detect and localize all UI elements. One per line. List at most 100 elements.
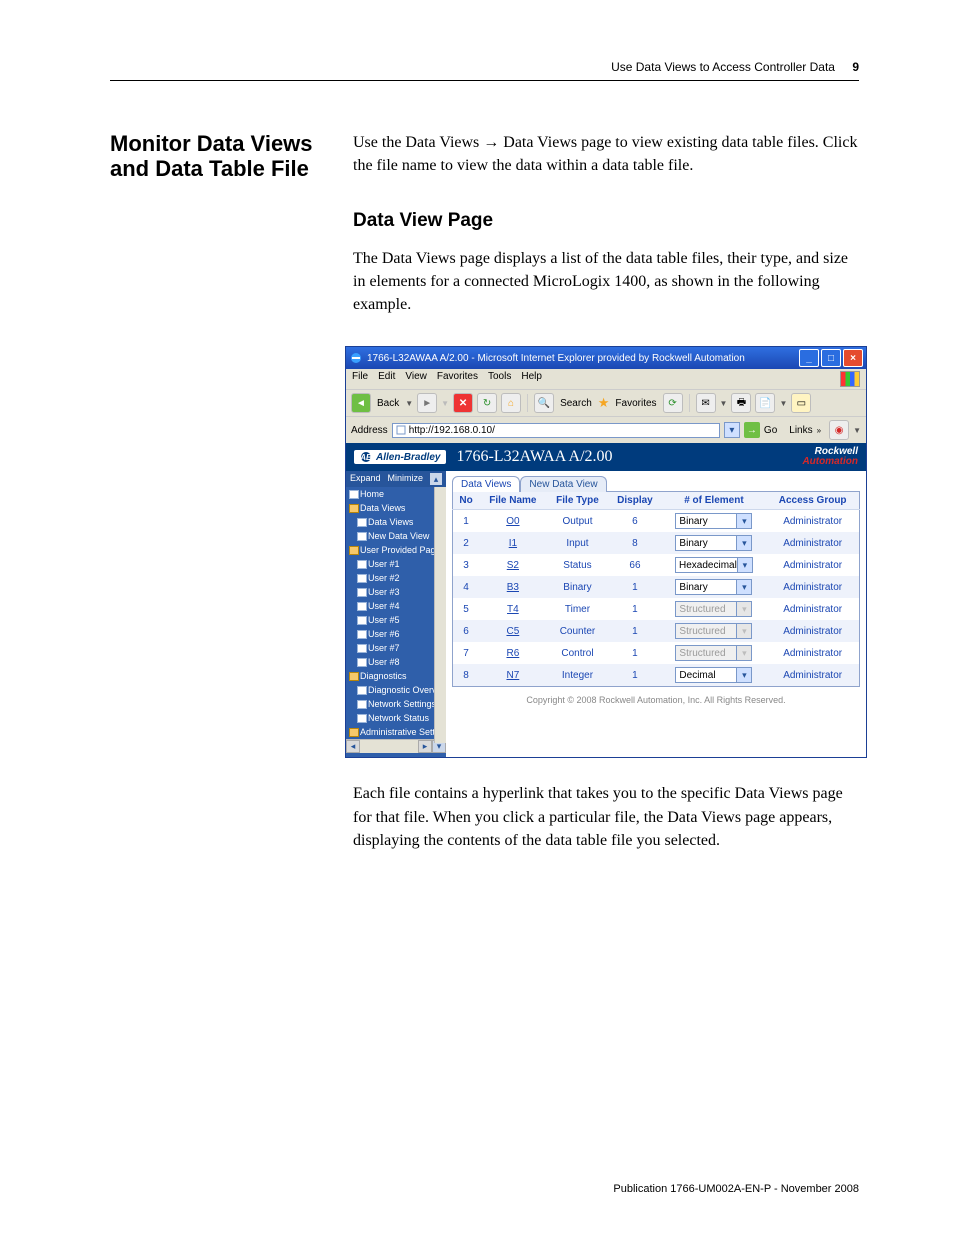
go-button[interactable]: → — [744, 422, 760, 438]
links-label[interactable]: Links — [789, 425, 812, 436]
nav-user-2[interactable]: User #2 — [346, 571, 446, 585]
search-label[interactable]: Search — [560, 398, 592, 409]
nav-diagnostic-overview[interactable]: Diagnostic Overvi — [346, 683, 446, 697]
brand-bar: AB Allen-Bradley 1766-L32AWAA A/2.00 Roc… — [346, 443, 866, 471]
table-row: 2I1Input8Binary▾Administrator — [453, 532, 860, 554]
display-cell: 8 — [608, 532, 661, 554]
sidebar-scroll-up-button[interactable]: ▴ — [430, 473, 442, 485]
menu-help[interactable]: Help — [521, 371, 542, 387]
nav-user-8[interactable]: User #8 — [346, 655, 446, 669]
window-maximize-button[interactable]: □ — [821, 349, 841, 367]
chevron-down-icon[interactable]: ▾ — [736, 668, 751, 682]
nav-user-6[interactable]: User #6 — [346, 627, 446, 641]
nav-user-4[interactable]: User #4 — [346, 599, 446, 613]
intro-paragraph: Use the Data Views → Data Views page to … — [353, 131, 859, 177]
column-header: Access Group — [766, 492, 859, 510]
favorites-icon[interactable]: ★ — [598, 395, 610, 411]
column-header: # of Element — [662, 492, 767, 510]
sidebar-hscrollbar[interactable]: ◂ ▸ ▾ — [346, 739, 446, 753]
display-format-select[interactable]: Binary▾ — [675, 535, 752, 551]
no-cell: 2 — [453, 532, 480, 554]
sidebar-minimize-link[interactable]: Minimize — [388, 473, 424, 485]
tab-data-views[interactable]: Data Views — [452, 476, 520, 492]
nav-network-settings[interactable]: Network Settings — [346, 697, 446, 711]
chevron-down-icon[interactable]: ▾ — [736, 514, 751, 528]
sidebar-expand-link[interactable]: Expand — [350, 473, 381, 485]
data-views-table: NoFile NameFile TypeDisplay# of ElementA… — [452, 491, 860, 687]
snagit-button[interactable]: ◉ — [829, 420, 849, 440]
address-label: Address — [351, 425, 388, 436]
back-label[interactable]: Back — [377, 398, 399, 409]
nav-network-status[interactable]: Network Status — [346, 711, 446, 725]
publication-footer: Publication 1766-UM002A-EN-P - November … — [613, 1183, 859, 1195]
address-dropdown-button[interactable]: ▾ — [724, 422, 740, 438]
back-button[interactable]: ◄ — [351, 393, 371, 413]
nav-new-data-view[interactable]: New Data View — [346, 529, 446, 543]
chevron-down-icon[interactable]: ▾ — [736, 536, 751, 550]
chevron-down-icon: ▾ — [736, 646, 751, 660]
hscroll-right-button[interactable]: ▸ — [418, 740, 432, 753]
refresh-button[interactable]: ↻ — [477, 393, 497, 413]
file-name-cell[interactable]: I1 — [479, 532, 546, 554]
display-format-select[interactable]: Hexadecimal▾ — [675, 557, 753, 573]
discuss-button[interactable]: ▭ — [791, 393, 811, 413]
element-display-cell: Binary▾ — [662, 510, 767, 533]
display-format-select[interactable]: Binary▾ — [675, 579, 752, 595]
file-name-cell[interactable]: B3 — [479, 576, 546, 598]
print-button[interactable]: 🖶 — [731, 393, 751, 413]
access-group-cell: Administrator — [766, 532, 859, 554]
edit-button[interactable]: 📄 — [755, 393, 775, 413]
nav-data-views-folder[interactable]: Data Views — [346, 501, 446, 515]
chevron-down-icon[interactable]: ▾ — [736, 580, 751, 594]
nav-data-views[interactable]: Data Views — [346, 515, 446, 529]
nav-diagnostics[interactable]: Diagnostics — [346, 669, 446, 683]
nav-user-7[interactable]: User #7 — [346, 641, 446, 655]
nav-user-1[interactable]: User #1 — [346, 557, 446, 571]
mail-button[interactable]: ✉ — [696, 393, 716, 413]
file-name-cell[interactable]: C5 — [479, 620, 546, 642]
display-cell: 1 — [608, 620, 661, 642]
nav-user-5[interactable]: User #5 — [346, 613, 446, 627]
display-cell: 6 — [608, 510, 661, 533]
toolbar-separator — [689, 394, 690, 412]
menu-tools[interactable]: Tools — [488, 371, 511, 387]
file-name-cell[interactable]: S2 — [479, 554, 546, 576]
chevron-down-icon[interactable]: ▾ — [737, 558, 752, 572]
display-format-select[interactable]: Decimal▾ — [675, 667, 752, 683]
file-name-cell[interactable]: R6 — [479, 642, 546, 664]
tab-new-data-view[interactable]: New Data View — [520, 476, 606, 492]
nav-administrative-settings[interactable]: Administrative Settin — [346, 725, 446, 739]
forward-button[interactable]: ► — [417, 393, 437, 413]
window-close-button[interactable]: × — [843, 349, 863, 367]
file-name-cell[interactable]: T4 — [479, 598, 546, 620]
display-format-select[interactable]: Binary▾ — [675, 513, 752, 529]
file-name-cell[interactable]: O0 — [479, 510, 546, 533]
stop-button[interactable]: ✕ — [453, 393, 473, 413]
window-minimize-button[interactable]: _ — [799, 349, 819, 367]
home-button[interactable]: ⌂ — [501, 393, 521, 413]
sidebar-vscrollbar[interactable] — [434, 487, 446, 743]
search-button[interactable]: 🔍 — [534, 393, 554, 413]
back-caret-icon[interactable]: ▼ — [405, 399, 413, 408]
menu-edit[interactable]: Edit — [378, 371, 395, 387]
nav-home[interactable]: Home — [346, 487, 446, 501]
nav-user-provided-pages[interactable]: User Provided Pages — [346, 543, 446, 557]
sub-heading: Data View Page — [353, 207, 859, 235]
history-button[interactable]: ⟳ — [663, 393, 683, 413]
mail-caret-icon[interactable]: ▼ — [720, 399, 728, 408]
menu-file[interactable]: File — [352, 371, 368, 387]
nav-user-3[interactable]: User #3 — [346, 585, 446, 599]
menu-favorites[interactable]: Favorites — [437, 371, 478, 387]
address-input[interactable]: http://192.168.0.10/ — [392, 423, 720, 438]
snagit-caret-icon[interactable]: ▼ — [853, 426, 861, 435]
file-name-cell[interactable]: N7 — [479, 664, 546, 687]
favorites-label[interactable]: Favorites — [615, 398, 656, 409]
edit-caret-icon[interactable]: ▼ — [779, 399, 787, 408]
links-expand-icon[interactable]: » — [817, 426, 821, 435]
file-type-cell: Control — [547, 642, 609, 664]
go-label[interactable]: Go — [764, 425, 777, 436]
menu-view[interactable]: View — [405, 371, 427, 387]
hscroll-left-button[interactable]: ◂ — [346, 740, 360, 753]
access-group-cell: Administrator — [766, 664, 859, 687]
window-titlebar[interactable]: 1766-L32AWAA A/2.00 - Microsoft Internet… — [346, 347, 866, 369]
